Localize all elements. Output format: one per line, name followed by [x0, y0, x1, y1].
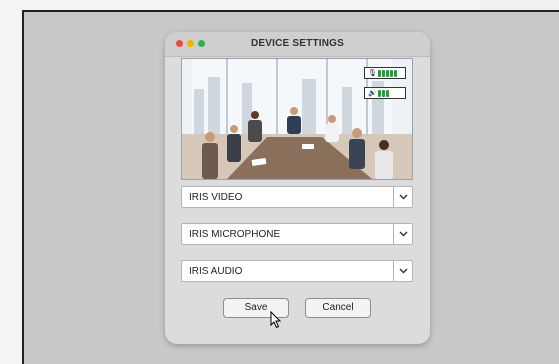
cancel-button[interactable]: Cancel: [305, 298, 371, 318]
audio-device-select[interactable]: IRIS AUDIO: [181, 260, 413, 282]
microphone-level-meter: 🎙: [364, 67, 406, 79]
microphone-icon: 🎙: [368, 69, 377, 77]
level-bar: [394, 69, 397, 77]
dialog-title: DEVICE SETTINGS: [250, 38, 344, 49]
microphone-device-value: IRIS MICROPHONE: [189, 229, 281, 240]
speaker-icon: 🔊: [368, 89, 377, 97]
chevron-down-icon[interactable]: [393, 261, 412, 281]
level-bar: [382, 69, 385, 77]
video-device-value: IRIS VIDEO: [189, 192, 243, 203]
level-bar: [386, 69, 389, 77]
chevron-down-icon[interactable]: [393, 224, 412, 244]
microphone-device-select[interactable]: IRIS MICROPHONE: [181, 223, 413, 245]
speaker-level-meter: 🔊: [364, 87, 406, 99]
audio-device-value: IRIS AUDIO: [189, 266, 243, 277]
background-panel-left: [0, 10, 22, 364]
chevron-down-icon[interactable]: [393, 187, 412, 207]
device-settings-dialog: DEVICE SETTINGS 🎙 🔊 IRIS VIDEO IRIS MICR…: [165, 32, 430, 344]
mouse-pointer-icon: [270, 311, 282, 329]
video-preview: 🎙 🔊: [181, 58, 413, 180]
level-bar: [386, 89, 389, 97]
level-bar: [382, 89, 385, 97]
dialog-titlebar: DEVICE SETTINGS: [165, 32, 430, 57]
video-device-select[interactable]: IRIS VIDEO: [181, 186, 413, 208]
level-bar: [378, 89, 381, 97]
level-bar: [390, 69, 393, 77]
level-bar: [378, 69, 381, 77]
